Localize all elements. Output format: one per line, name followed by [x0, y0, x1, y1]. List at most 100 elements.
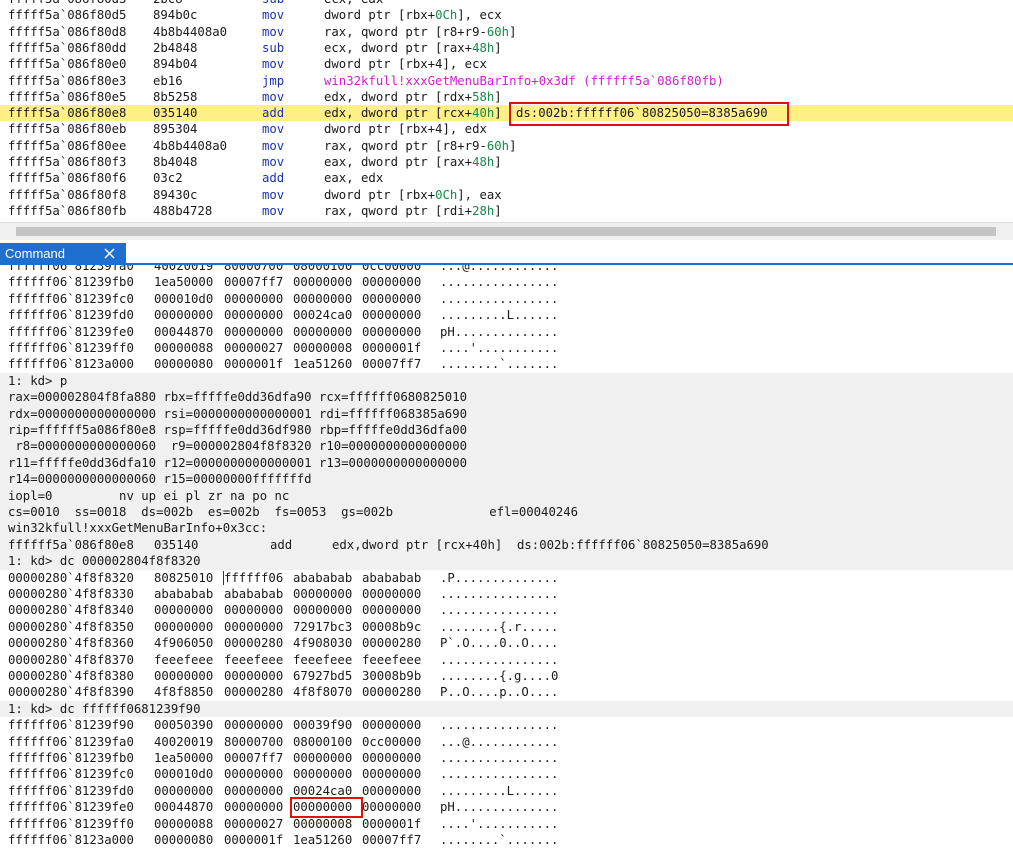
- tab-command-label: Command: [5, 246, 65, 261]
- memory-dword: abababab: [293, 570, 353, 585]
- instruction-bytes: 488b4728: [153, 203, 213, 218]
- memory-dword: 00008b9c: [362, 619, 422, 634]
- memory-dword: 0cc00000: [362, 734, 422, 749]
- instruction-address: fffff5a`086f80d5: [8, 8, 127, 23]
- effective-address: ds:002b:ffffff06`80825050=8385a690: [517, 537, 769, 552]
- operand-segment: win32kfull!xxxGetMenuBarInfo+0x3df (ffff…: [324, 73, 724, 88]
- tab-command[interactable]: Command: [0, 243, 126, 264]
- disasm-row[interactable]: fffff5a`086f80f8 89430c mov dword ptr [rbx+…: [0, 187, 1013, 203]
- memory-ascii: ....'...........: [440, 816, 559, 831]
- memory-dword: 00000000: [154, 783, 214, 798]
- register-line-text: rip=ffffff5a086f80e8 rsp=fffffe0dd36df98…: [8, 423, 468, 437]
- memory-address: 00000280`4f8f8360: [8, 636, 134, 651]
- memory-dword: 00000000: [293, 291, 353, 306]
- memory-dword: 1ea51260: [293, 833, 353, 847]
- disassembly-pane[interactable]: fffff5a`086f80d32bc8subecx, eaxfffff5a`0…: [0, 0, 1013, 222]
- register-line-text: r8=0000000000000060 r9=000002804f8f8320 …: [8, 439, 468, 454]
- operand-segment: 40h: [472, 106, 495, 121]
- instruction-mnemonic: mov: [262, 8, 285, 23]
- current-instruction-row[interactable]: fffff5a`086f80e8 035140 add edx, dword ptr …: [0, 105, 1013, 122]
- operand-segment: 0Ch: [435, 187, 458, 202]
- memory-dword: 00000280: [362, 685, 422, 700]
- register-line: r11=fffffe0dd36dfa10 r12=000000000000000…: [0, 454, 1013, 472]
- tab-bar: Command: [0, 240, 1013, 264]
- memory-dword: 00000000: [154, 308, 214, 323]
- memory-dword: 00000080: [154, 357, 214, 372]
- memory-ascii: ................: [440, 275, 559, 290]
- instruction-bytes: 8b4048: [153, 155, 198, 169]
- memory-ascii: ................: [440, 587, 559, 601]
- disasm-row[interactable]: fffff5a`086f80e5 8b5258 mov edx, dword ptr …: [0, 89, 1013, 105]
- disasm-row[interactable]: fffff5a`086f80e0 894b04 mov dword ptr [rbx+…: [0, 56, 1013, 72]
- disasm-row[interactable]: fffff5a`086f80d5 894b0c mov dword ptr [rbx+…: [0, 7, 1013, 23]
- disassembly-horizontal-scrollbar[interactable]: [0, 222, 1013, 241]
- instruction-bytes: 895304: [153, 122, 198, 137]
- memory-dword: 00000000: [362, 308, 422, 323]
- instruction-address: fffff5a`086f80e0: [8, 57, 127, 72]
- disasm-row[interactable]: fffff5a`086f80f6 03c2 add eax, edx: [0, 170, 1013, 186]
- memory-dword: feeefeee: [154, 652, 214, 667]
- operand-segment: ]: [509, 24, 517, 39]
- memory-ascii: .P..............: [440, 570, 559, 585]
- instruction-address: fffff5a`086f80fb: [8, 203, 127, 218]
- memory-dword: 00000088: [154, 341, 214, 355]
- memory-ascii: ................: [440, 751, 559, 765]
- operand-segment: rax, qword ptr [r8+r9-: [324, 138, 487, 153]
- close-icon[interactable]: [104, 248, 115, 259]
- memory-address: 00000280`4f8f8370: [8, 652, 134, 667]
- operand-segment: ]: [494, 40, 502, 55]
- instruction-address: fffff5a`086f80f6: [8, 171, 127, 186]
- disasm-row[interactable]: fffff5a`086f80dd 2b4848 sub ecx, dword ptr …: [0, 40, 1013, 56]
- instruction-bytes: 03c2: [153, 171, 183, 186]
- memory-dword: 00000280: [224, 685, 284, 700]
- memory-ascii: pH..............: [440, 800, 559, 815]
- operand-segment: ]: [494, 155, 502, 169]
- memory-dword: 00000000: [154, 669, 214, 683]
- memory-dword: 00007ff7: [224, 751, 284, 765]
- command-output[interactable]: ffffff06`81239fa0 40020019 80000700 0800010…: [0, 265, 1013, 863]
- memory-dword: 00000000: [224, 718, 284, 733]
- scrollbar-thumb[interactable]: [16, 227, 996, 236]
- memory-dword: 00000000: [293, 767, 353, 782]
- operand-segment: edx, dword ptr [rdx+: [324, 89, 473, 104]
- register-line-text: rax=000002804f8fa880 rbx=fffffe0dd36dfa9…: [8, 390, 468, 405]
- memory-dword: 00000280: [224, 636, 284, 651]
- instruction-mnemonic: jmp: [262, 73, 285, 88]
- register-line-text: cs=0010 ss=0018 ds=002b es=002b fs=0053 …: [8, 505, 579, 519]
- disasm-row[interactable]: fffff5a`086f80fb 488b4728 mov rax, qword pt…: [0, 203, 1013, 219]
- memory-dump-row: ffffff06`81239fb0 1ea50000 00007ff7 0000000…: [0, 750, 1013, 767]
- disasm-row[interactable]: fffff5a`086f80d3 2bc8 sub ecx, eax: [0, 0, 1013, 7]
- disasm-row[interactable]: fffff5a`086f80d8 4b8b4408a0 mov rax, qword …: [0, 24, 1013, 40]
- instruction-address: fffff5a`086f80ee: [8, 138, 127, 153]
- operand-segment: 60h: [486, 24, 510, 39]
- memory-ascii: ...@............: [440, 734, 559, 749]
- operand-segment: eax, edx: [324, 171, 384, 186]
- disasm-row[interactable]: fffff5a`086f80ee 4b8b4408a0 mov rax, qword …: [0, 138, 1013, 154]
- memory-dword: 00000000: [362, 751, 422, 765]
- disasm-row[interactable]: fffff5a`086f80eb 895304 mov dword ptr [rbx+…: [0, 121, 1013, 137]
- operand-segment: ]: [494, 106, 502, 121]
- operand-segment: 0Ch: [435, 8, 458, 23]
- memory-dword: 00000000: [362, 767, 422, 782]
- operand-segment: ], ecx: [457, 8, 502, 23]
- command-prompt-text: 1: kd> dc ffffff0681239f90: [8, 701, 201, 716]
- memory-dword: 1ea50000: [154, 275, 214, 290]
- disasm-row[interactable]: fffff5a`086f80e3 eb16 jmp win32kfull!xxxGet…: [0, 73, 1013, 89]
- memory-dword: 0000001f: [224, 833, 284, 847]
- memory-dword: 000010d0: [154, 767, 214, 782]
- memory-dword: 00000000: [362, 783, 422, 798]
- memory-dword: 00000000: [293, 275, 353, 290]
- memory-dump-row: ffffff06`81239fe0 00044870 00000000 0000000…: [0, 324, 1013, 341]
- memory-dword: 40020019: [154, 265, 214, 273]
- memory-address: ffffff06`81239fc0: [8, 767, 134, 782]
- current-instruction-line: ffffff5a`086f80e8 035140 add edx,dword ptr …: [0, 536, 1013, 554]
- disasm-row[interactable]: fffff5a`086f80f3 8b4048 mov eax, dword ptr …: [0, 154, 1013, 170]
- memory-address: ffffff06`81239fd0: [8, 308, 134, 323]
- operand-segment: edx, dword ptr [rcx+: [324, 106, 473, 121]
- instruction-operands: dword ptr [rbx+0Ch], ecx: [324, 7, 502, 23]
- memory-dword: feeefeee: [224, 652, 284, 667]
- register-line: win32kfull!xxxGetMenuBarInfo+0x3cc:: [0, 520, 1013, 537]
- register-line-text: r11=fffffe0dd36dfa10 r12=000000000000000…: [8, 455, 468, 470]
- memory-dword: 00000000: [224, 800, 284, 815]
- instruction-operands: ecx, dword ptr [rax+48h]: [324, 40, 502, 56]
